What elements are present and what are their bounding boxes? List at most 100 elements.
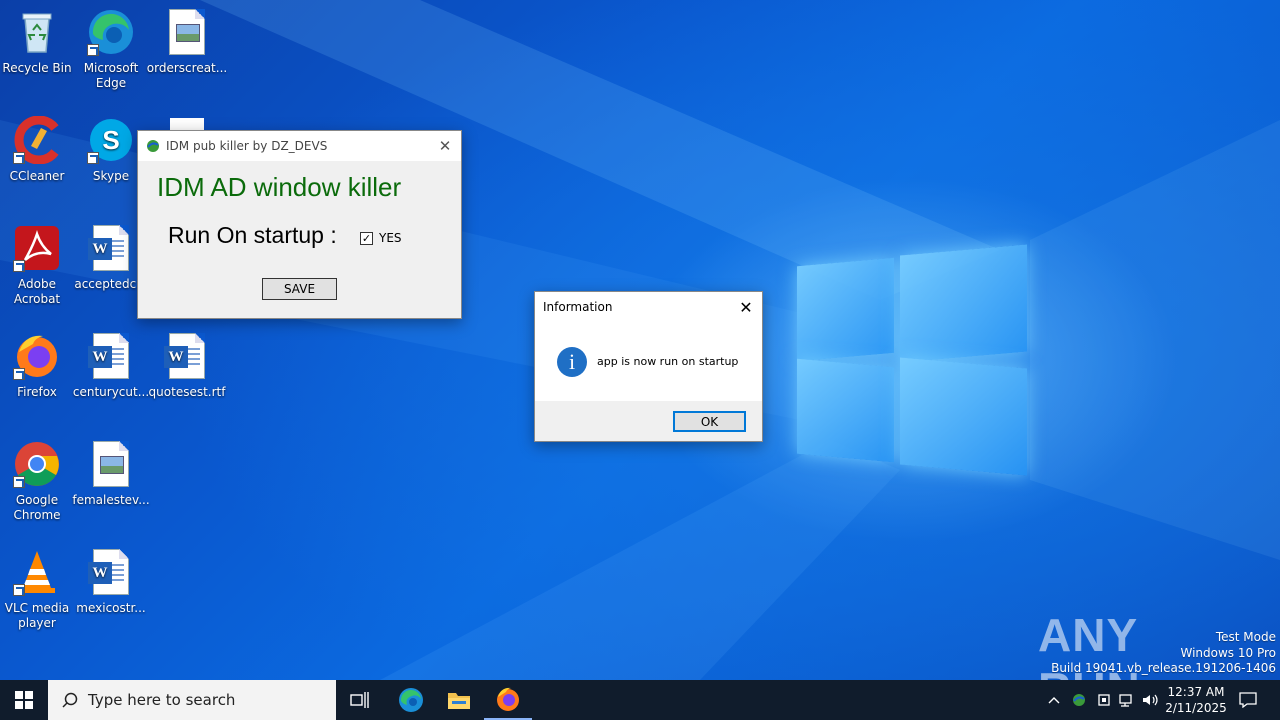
shortcut-arrow-icon (13, 152, 25, 164)
idm-heading: IDM AD window killer (157, 172, 402, 202)
tray-overflow-chevron[interactable] (1044, 680, 1064, 720)
info-dialog-titlebar[interactable]: Information ✕ (535, 292, 762, 322)
info-icon: i (557, 347, 587, 377)
network-icon (1119, 694, 1132, 707)
desktop-icon-label: femalestev... (72, 493, 150, 507)
windows-start-icon (15, 691, 33, 709)
taskbar-search-box[interactable]: Type here to search (48, 680, 336, 720)
tray-clock[interactable]: 12:37 AM 2/11/2025 (1164, 680, 1228, 720)
desktop-icon-label: mexicostr... (76, 601, 146, 615)
tray-network-button[interactable] (1116, 680, 1138, 720)
volume-icon (1143, 694, 1158, 706)
windows-edition-line: Windows 10 Pro (1180, 645, 1276, 660)
tray-volume-button[interactable] (1140, 680, 1162, 720)
notification-icon (1239, 692, 1257, 708)
idm-window-title: IDM pub killer by DZ_DEVS (166, 139, 328, 153)
save-button[interactable]: SAVE (262, 278, 337, 300)
desktop-icon-mexicostr[interactable]: W mexicostr... (74, 548, 148, 616)
word-document-icon: W (87, 224, 135, 272)
shortcut-arrow-icon (13, 476, 25, 488)
desktop-icon-edge[interactable]: Microsoft Edge (74, 8, 148, 91)
desktop-icon-recycle-bin[interactable]: Recycle Bin (0, 8, 74, 76)
desktop-icon-label: VLC media player (4, 601, 70, 630)
desktop-icon-label: Google Chrome (13, 493, 61, 522)
desktop-icon-label: Firefox (17, 385, 57, 399)
word-document-icon: W (87, 548, 135, 596)
clock-time: 12:37 AM (1167, 685, 1225, 699)
idm-window-titlebar[interactable]: IDM pub killer by DZ_DEVS ✕ (138, 131, 461, 161)
image-file-icon (87, 440, 135, 488)
startup-label: Run On startup : (168, 222, 337, 248)
ok-button[interactable]: OK (673, 411, 746, 432)
chevron-up-icon (1048, 697, 1060, 704)
shortcut-arrow-icon (13, 584, 25, 596)
task-view-icon (350, 692, 369, 708)
taskbar: Type here to search 12:37 AM 2/11/2025 (0, 680, 1280, 720)
build-line: Build 19041.vb_release.191206-1406 (1051, 661, 1276, 675)
desktop-icon-label: CCleaner (9, 169, 65, 183)
tray-app-icon[interactable] (1068, 680, 1090, 720)
windows-logo-pane (797, 358, 894, 463)
recycle-bin-icon (13, 8, 61, 56)
idm-app-icon (146, 139, 160, 153)
skype-icon: S (87, 116, 135, 164)
startup-checkbox[interactable]: ✓ YES (360, 231, 402, 245)
task-view-button[interactable] (336, 680, 384, 720)
desktop-icon-vlc[interactable]: VLC media player (0, 548, 74, 631)
adobe-acrobat-icon (13, 224, 61, 272)
vlc-icon (13, 548, 61, 596)
desktop-icon-label: Skype (92, 169, 130, 183)
desktop-icon-google-chrome[interactable]: Google Chrome (0, 440, 74, 523)
svg-text:S: S (102, 125, 119, 155)
image-file-icon (163, 8, 211, 56)
desktop-icon-ccleaner[interactable]: CCleaner (0, 115, 74, 184)
shortcut-arrow-icon (87, 152, 99, 164)
desktop-icon-femalestev[interactable]: femalestev... (72, 440, 150, 508)
device-icon (1098, 694, 1110, 706)
desktop-icon-label: centurycut... (72, 385, 150, 399)
windows-logo-pane (900, 244, 1027, 363)
idm-close-button[interactable]: ✕ (429, 131, 461, 161)
edge-icon (87, 8, 135, 56)
info-close-button[interactable]: ✕ (730, 292, 762, 322)
chrome-icon (13, 440, 61, 488)
tray-device-icon-button[interactable] (1093, 680, 1115, 720)
idm-tray-icon (1073, 694, 1085, 706)
desktop-icon-firefox[interactable]: Firefox (0, 332, 74, 400)
desktop-icon-adobe-acrobat[interactable]: Adobe Acrobat (0, 224, 74, 307)
desktop-icon-orderscreat[interactable]: orderscreat... (146, 8, 228, 76)
desktop-icon-label: orderscreat... (146, 61, 228, 75)
shortcut-arrow-icon (13, 368, 25, 380)
ccleaner-icon (13, 115, 61, 165)
shortcut-arrow-icon (13, 260, 25, 272)
word-document-icon: W (163, 332, 211, 380)
start-button[interactable] (0, 680, 48, 720)
taskbar-firefox-button[interactable] (484, 680, 532, 720)
desktop-icon-label: quotesest.rtf (148, 385, 226, 399)
search-icon (62, 692, 78, 708)
desktop-icon-label: Microsoft Edge (83, 61, 139, 90)
desktop-icon-label: Recycle Bin (2, 61, 72, 75)
firefox-icon (497, 687, 519, 711)
shortcut-arrow-icon (87, 44, 99, 56)
info-dialog-title: Information (543, 300, 613, 314)
taskbar-file-explorer-button[interactable] (435, 680, 483, 720)
information-dialog: Information ✕ i app is now run on startu… (534, 291, 763, 442)
word-document-icon: W (87, 332, 135, 380)
desktop-icon-centurycut[interactable]: W centurycut... (72, 332, 150, 400)
test-mode-text: Test Mode Windows 10 Pro Build 19041.vb_… (1051, 630, 1276, 677)
file-explorer-icon (448, 693, 470, 709)
checkbox-checked-icon: ✓ (360, 231, 373, 245)
desktop-icon-label: Adobe Acrobat (13, 277, 61, 306)
edge-icon (399, 688, 423, 712)
firefox-icon (13, 332, 61, 380)
checkbox-label: YES (379, 231, 402, 245)
action-center-button[interactable] (1232, 680, 1264, 720)
taskbar-edge-button[interactable] (387, 680, 435, 720)
windows-logo-pane (797, 257, 894, 362)
info-message: app is now run on startup (597, 355, 739, 368)
search-placeholder: Type here to search (88, 691, 236, 709)
windows-logo-pane (900, 357, 1027, 476)
desktop-icon-quotesest[interactable]: W quotesest.rtf (148, 332, 226, 400)
clock-date: 2/11/2025 (1165, 701, 1227, 715)
